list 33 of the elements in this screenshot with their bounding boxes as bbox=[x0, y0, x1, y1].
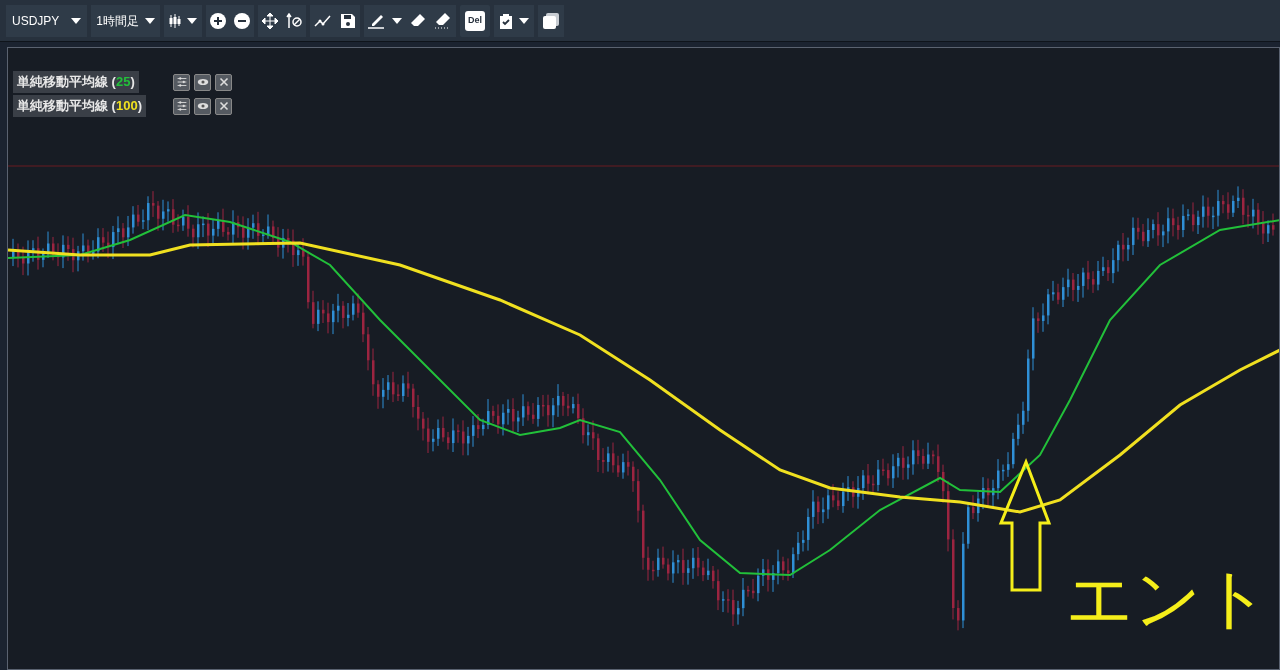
copy-icon bbox=[542, 11, 561, 30]
pen-icon bbox=[368, 12, 387, 29]
timeframe-dropdown[interactable]: 1時間足 bbox=[91, 4, 161, 37]
save-icon bbox=[340, 12, 357, 29]
eraser-icon bbox=[434, 12, 453, 29]
symbol-dropdown[interactable]: USDJPY bbox=[6, 4, 88, 37]
up-arrow-icon bbox=[998, 457, 1052, 592]
indicator-label: 単純移動平均線 (100) bbox=[13, 95, 146, 117]
settings-button[interactable] bbox=[173, 97, 190, 115]
clipboard-dropdown[interactable] bbox=[494, 4, 535, 37]
copy-button[interactable] bbox=[538, 4, 565, 37]
caret-icon bbox=[187, 17, 198, 24]
visibility-button[interactable] bbox=[194, 97, 211, 115]
caret-icon bbox=[71, 17, 82, 24]
caret-icon bbox=[145, 17, 156, 24]
zoom-in-icon bbox=[210, 12, 227, 29]
caret-icon bbox=[519, 17, 530, 24]
indicator-label: 単純移動平均線 (25) bbox=[13, 71, 139, 93]
visibility-button[interactable] bbox=[194, 73, 211, 91]
annotation-text: エント bbox=[1066, 560, 1270, 637]
trend-draw-icon bbox=[314, 13, 333, 28]
delete-button[interactable]: Del bbox=[465, 10, 486, 31]
move-icon bbox=[262, 12, 279, 29]
close-button[interactable] bbox=[215, 97, 232, 115]
settings-button[interactable] bbox=[173, 73, 190, 91]
chart-type-dropdown[interactable] bbox=[164, 4, 203, 37]
zoom-out-icon bbox=[234, 12, 251, 29]
close-button[interactable] bbox=[215, 73, 232, 91]
scale-reset-icon bbox=[286, 12, 303, 29]
eraser-icon bbox=[410, 12, 427, 29]
clipboard-check-icon bbox=[499, 12, 514, 29]
candlestick-icon bbox=[169, 13, 182, 28]
caret-icon bbox=[392, 17, 403, 24]
